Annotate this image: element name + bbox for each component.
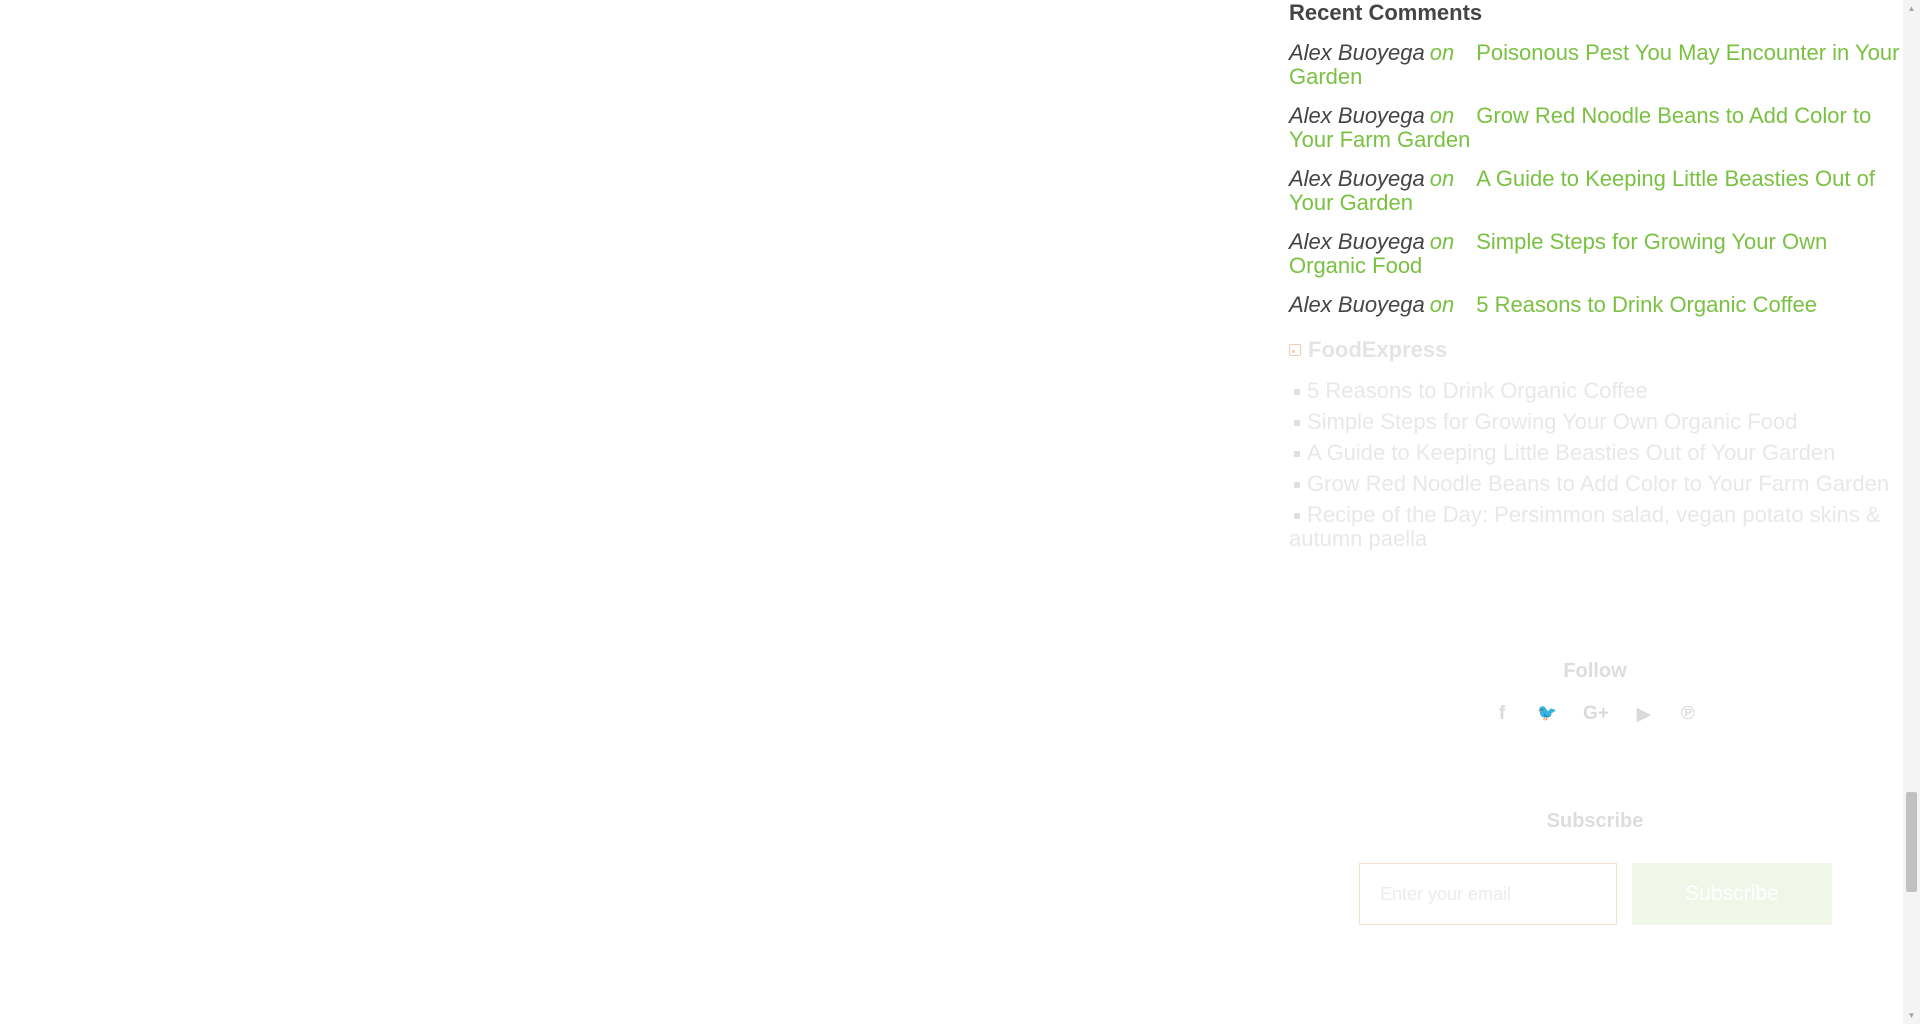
rss-item-link[interactable]: Recipe of the Day: Persimmon salad, vega… bbox=[1289, 502, 1881, 551]
rss-list: 5 Reasons to Drink Organic Coffee Simple… bbox=[1289, 379, 1901, 551]
comment-on: on bbox=[1429, 103, 1455, 128]
subscribe-form: Subscribe bbox=[1289, 863, 1901, 925]
rss-item: Simple Steps for Growing Your Own Organi… bbox=[1289, 410, 1901, 434]
comment-on: on bbox=[1429, 292, 1455, 317]
youtube-icon[interactable]: ▶ bbox=[1635, 703, 1653, 726]
comment-item: Alex Buoyega on 5 Reasons to Drink Organic… bbox=[1289, 293, 1901, 317]
comment-author: Alex Buoyega bbox=[1289, 292, 1425, 317]
rss-item-link[interactable]: 5 Reasons to Drink Organic Coffee bbox=[1307, 378, 1648, 403]
recent-comments-widget: Recent Comments Alex Buoyega on Poisonous … bbox=[1289, 0, 1901, 317]
scroll-down-arrow-icon[interactable]: ▼ bbox=[1903, 1007, 1920, 1024]
comment-item: Alex Buoyega on A Guide to Keeping Little … bbox=[1289, 167, 1901, 215]
rss-item-link[interactable]: Grow Red Noodle Beans to Add Color to Yo… bbox=[1307, 471, 1889, 496]
recent-comments-list: Alex Buoyega on Poisonous Pest You May Enc… bbox=[1289, 41, 1901, 317]
comment-item: Alex Buoyega on Simple Steps for Growing Y… bbox=[1289, 230, 1901, 278]
comment-item: Alex Buoyega on Grow Red Noodle Beans to A… bbox=[1289, 104, 1901, 152]
follow-widget: Follow f 🐦 G+ ▶ ℗ bbox=[1289, 660, 1901, 726]
subscribe-button[interactable]: Subscribe bbox=[1632, 863, 1832, 925]
rss-item: 5 Reasons to Drink Organic Coffee bbox=[1289, 379, 1901, 403]
bullet-icon bbox=[1294, 389, 1300, 396]
rss-item: Grow Red Noodle Beans to Add Color to Yo… bbox=[1289, 472, 1901, 496]
rss-item-link[interactable]: A Guide to Keeping Little Beasties Out o… bbox=[1307, 440, 1835, 465]
comment-item: Alex Buoyega on Poisonous Pest You May Enc… bbox=[1289, 41, 1901, 89]
follow-title: Follow bbox=[1563, 660, 1627, 682]
rss-icon[interactable] bbox=[1289, 344, 1301, 356]
comment-author: Alex Buoyega bbox=[1289, 40, 1425, 65]
comment-post-link[interactable]: 5 Reasons to Drink Organic Coffee bbox=[1476, 292, 1817, 317]
scroll-thumb[interactable] bbox=[1906, 792, 1917, 892]
comment-author: Alex Buoyega bbox=[1289, 103, 1425, 128]
rss-item: A Guide to Keeping Little Beasties Out o… bbox=[1289, 441, 1901, 465]
rss-widget: FoodExpress 5 Reasons to Drink Organic C… bbox=[1289, 335, 1901, 551]
bullet-icon bbox=[1294, 513, 1300, 520]
subscribe-title: Subscribe bbox=[1546, 810, 1644, 832]
facebook-icon[interactable]: f bbox=[1493, 703, 1511, 726]
email-input[interactable] bbox=[1359, 863, 1617, 925]
comment-on: on bbox=[1429, 166, 1455, 191]
rss-title-row: FoodExpress bbox=[1289, 335, 1901, 365]
vertical-scrollbar[interactable]: ▲ ▼ bbox=[1903, 0, 1920, 1024]
pinterest-icon[interactable]: ℗ bbox=[1679, 703, 1697, 726]
comment-on: on bbox=[1429, 40, 1455, 65]
sidebar: Recent Comments Alex Buoyega on Poisonous … bbox=[1289, 0, 1901, 558]
comment-author: Alex Buoyega bbox=[1289, 166, 1425, 191]
google-plus-icon[interactable]: G+ bbox=[1583, 703, 1609, 726]
comment-on: on bbox=[1429, 229, 1455, 254]
rss-item: Recipe of the Day: Persimmon salad, vega… bbox=[1289, 503, 1901, 551]
rss-item-link[interactable]: Simple Steps for Growing Your Own Organi… bbox=[1307, 409, 1797, 434]
comment-author: Alex Buoyega bbox=[1289, 229, 1425, 254]
recent-comments-title: Recent Comments bbox=[1289, 0, 1483, 25]
bullet-icon bbox=[1294, 482, 1300, 489]
rss-feed-title[interactable]: FoodExpress bbox=[1308, 335, 1447, 365]
twitter-icon[interactable]: 🐦 bbox=[1537, 703, 1557, 726]
social-icons: f 🐦 G+ ▶ ℗ bbox=[1289, 703, 1901, 726]
bullet-icon bbox=[1294, 451, 1300, 458]
scroll-up-arrow-icon[interactable]: ▲ bbox=[1903, 0, 1920, 17]
subscribe-widget: Subscribe Subscribe bbox=[1289, 810, 1901, 925]
bullet-icon bbox=[1294, 420, 1300, 427]
